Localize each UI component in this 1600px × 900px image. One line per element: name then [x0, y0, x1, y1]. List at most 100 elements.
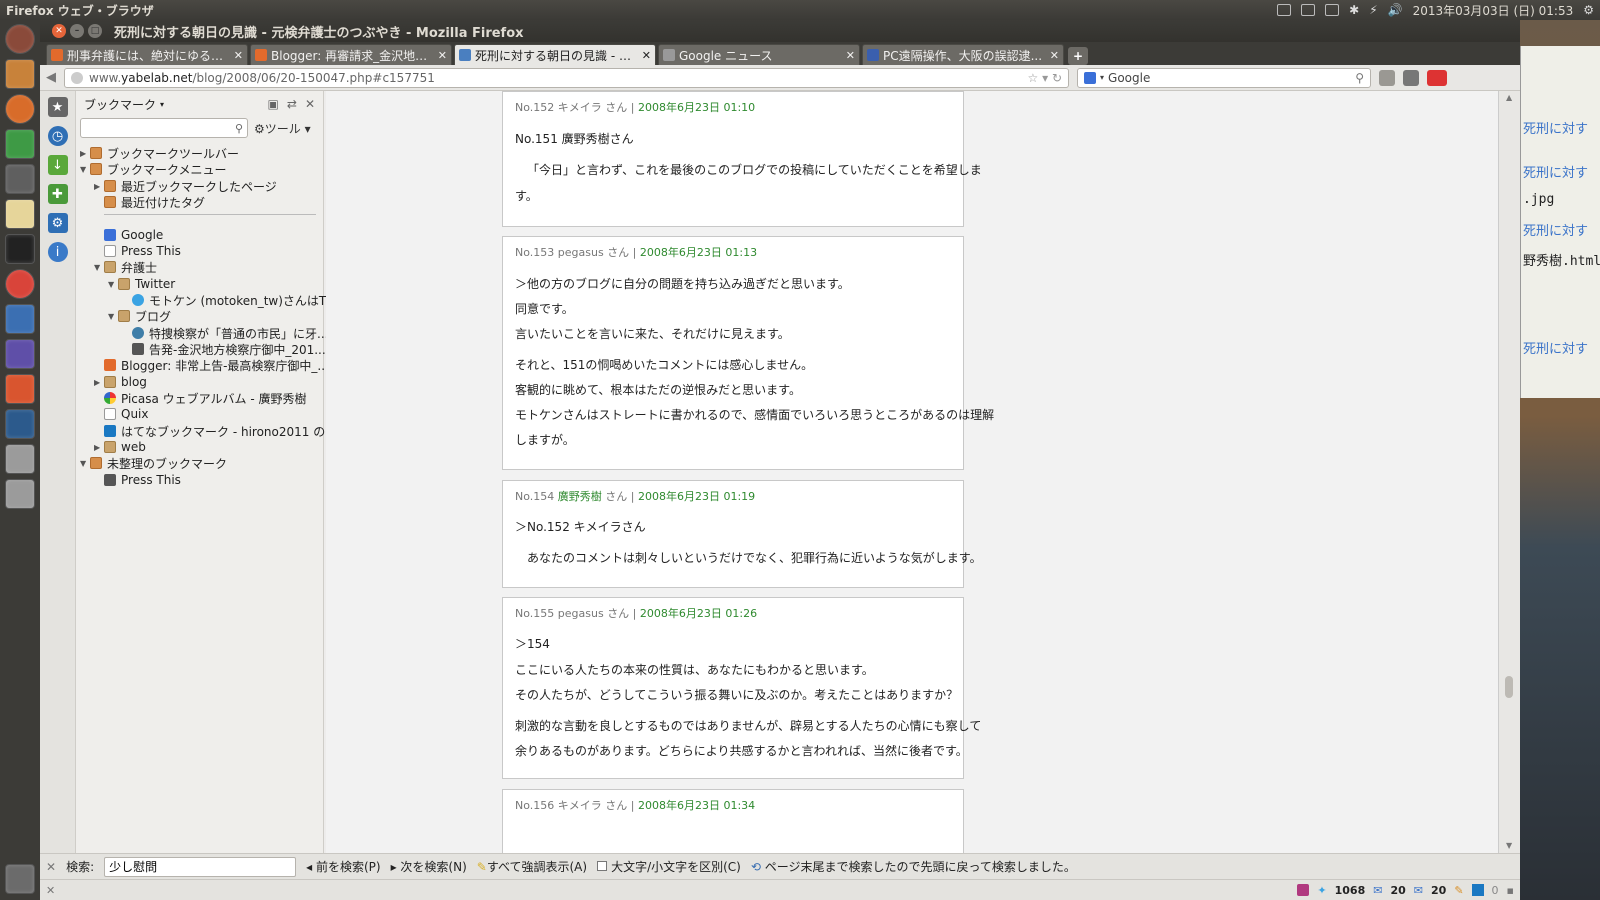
back-arrow-icon[interactable]: ◀ — [46, 70, 56, 85]
gmail-notifier-icon[interactable] — [1427, 69, 1447, 86]
chat-icon[interactable]: ▪ — [1507, 884, 1514, 897]
tab-3[interactable]: Google ニュース ✕ — [658, 44, 860, 65]
tree-item[interactable]: Google — [104, 227, 163, 243]
dash-home-icon[interactable] — [5, 24, 35, 54]
chrome-icon[interactable] — [5, 269, 35, 299]
home-icon[interactable] — [1379, 69, 1395, 86]
bookmarks-sidebar-icon[interactable]: ★ — [47, 97, 68, 117]
google-logo-icon[interactable] — [1084, 71, 1096, 84]
settings-gear-icon[interactable]: ⚙ — [1583, 3, 1594, 17]
comment-date-link[interactable]: 2008年6月23日 01:34 — [638, 799, 755, 812]
mail-icon[interactable] — [1301, 4, 1316, 16]
scroll-down-icon[interactable]: ▼ — [1506, 841, 1512, 850]
vertical-scrollbar[interactable]: ▲ ▼ — [1498, 91, 1520, 853]
bookmark-star-icon[interactable]: ☆ ▾ ↻ — [1028, 71, 1062, 85]
notes-icon[interactable]: ✎ — [1454, 884, 1463, 897]
tree-item[interactable]: ▶ blog — [94, 374, 147, 390]
tree-item[interactable]: Blogger: 非常上告-最高検察庁御中_... — [104, 357, 329, 373]
close-window-icon[interactable]: ✕ — [52, 24, 66, 38]
comment-date-link[interactable]: 2008年6月23日 01:13 — [640, 246, 757, 259]
info-icon[interactable]: i — [47, 242, 68, 262]
battery-icon[interactable] — [1325, 4, 1340, 16]
volume-icon[interactable]: 🔊 — [1388, 3, 1403, 17]
text-editor-icon[interactable] — [5, 199, 35, 229]
software-center-icon[interactable] — [5, 374, 35, 404]
minimize-window-icon[interactable]: – — [70, 24, 84, 38]
close-tab-icon[interactable]: ✕ — [438, 49, 447, 62]
twitter-status-icon[interactable]: ✦ — [1317, 884, 1326, 897]
emacs-icon[interactable] — [5, 339, 35, 369]
tree-item[interactable]: ▶ ブックマークツールバー — [80, 145, 239, 161]
network-icon[interactable]: ⚡ — [1369, 3, 1377, 17]
addons-puzzle-icon[interactable]: ✚ — [47, 184, 68, 204]
find-input[interactable] — [104, 856, 297, 877]
tab-2-active[interactable]: 死刑に対する朝日の見識 - 元... ✕ — [454, 44, 656, 65]
tree-item[interactable]: ▶ web — [94, 439, 146, 455]
reply-icon[interactable]: ✉ — [1373, 884, 1382, 897]
find-previous-button[interactable]: ◂ 前を検索(P) — [306, 858, 380, 875]
terminal-icon[interactable] — [5, 234, 35, 264]
downloads-arrow-icon[interactable]: ↓ — [47, 155, 68, 175]
new-window-icon[interactable]: ▣ — [268, 97, 279, 111]
screenshot-icon[interactable] — [5, 304, 35, 334]
bookmark-search-input[interactable]: ⚲ — [80, 118, 248, 138]
site-identity-icon[interactable] — [71, 71, 83, 84]
tree-item[interactable]: はてなブックマーク - hirono2011 のブ... — [104, 423, 349, 439]
tree-item[interactable]: ▼ ブログ — [108, 308, 171, 324]
search-bar[interactable]: ▾ Google ⚲ — [1077, 67, 1371, 88]
tree-item[interactable]: 特捜検察が「普通の市民」に牙... — [132, 325, 328, 341]
tree-item[interactable]: Quix — [104, 406, 149, 422]
addon-status-icon[interactable] — [1297, 884, 1310, 896]
tree-item[interactable]: ▼ 未整理のブックマーク — [80, 455, 227, 471]
comment-date-link[interactable]: 2008年6月23日 01:10 — [638, 101, 755, 114]
firefox-icon[interactable] — [5, 94, 35, 124]
close-statusbar-icon[interactable]: ✕ — [46, 884, 55, 897]
search-engine-dropdown-icon[interactable]: ▾ — [1100, 73, 1104, 82]
scroll-up-icon[interactable]: ▲ — [1506, 93, 1512, 102]
new-tab-button[interactable]: + — [1068, 47, 1088, 65]
tree-item[interactable]: Press This — [104, 472, 181, 488]
drive-icon-2[interactable] — [5, 479, 35, 509]
tree-item[interactable]: 告発-金沢地方検察庁御中_201... — [132, 341, 326, 357]
tree-item[interactable]: 最近付けたタグ — [104, 194, 205, 210]
tree-item[interactable]: ▼ Twitter — [108, 276, 175, 292]
tab-1[interactable]: Blogger: 再審請求_金沢地方... ✕ — [250, 44, 452, 65]
settings-gear-icon[interactable]: ⚙ — [47, 213, 68, 233]
trash-icon[interactable] — [5, 864, 35, 894]
search-magnifier-icon[interactable]: ⚲ — [1355, 71, 1364, 85]
tree-item[interactable]: Press This — [104, 243, 181, 259]
drive-icon[interactable] — [5, 444, 35, 474]
addon-icon[interactable] — [1403, 69, 1419, 86]
tree-item[interactable]: モトケン (motoken_tw)さんはT... — [132, 292, 336, 308]
match-case-checkbox[interactable]: 大文字/小文字を区別(C) — [597, 858, 741, 875]
tools-menu[interactable]: ⚙ツール ▾ — [254, 120, 311, 137]
close-findbar-icon[interactable]: ✕ — [46, 860, 56, 874]
history-clock-icon[interactable]: ◷ — [47, 126, 68, 146]
tree-item[interactable]: ▼ ブックマークメニュー — [80, 161, 227, 177]
comment-date-link[interactable]: 2008年6月23日 01:19 — [638, 490, 755, 503]
comment-date-link[interactable]: 2008年6月23日 01:26 — [640, 607, 757, 620]
sync-icon[interactable]: ⇄ — [287, 97, 297, 111]
mail-icon[interactable]: ✉ — [1414, 884, 1423, 897]
maximize-window-icon[interactable]: □ — [88, 24, 102, 38]
close-tab-icon[interactable]: ✕ — [846, 49, 855, 62]
close-tab-icon[interactable]: ✕ — [234, 49, 243, 62]
chevron-down-icon[interactable]: ▾ — [160, 100, 164, 109]
close-icon[interactable]: ✕ — [305, 97, 315, 111]
workspace-switcher-icon[interactable] — [5, 409, 35, 439]
sidebar-title[interactable]: ブックマーク — [84, 96, 156, 113]
keyboard-indicator-icon[interactable] — [1277, 4, 1292, 16]
clock[interactable]: 2013年03月03日 (日) 01:53 — [1413, 2, 1574, 19]
scroll-thumb[interactable] — [1505, 676, 1513, 698]
close-tab-icon[interactable]: ✕ — [642, 49, 651, 62]
spreadsheet-icon[interactable] — [5, 129, 35, 159]
files-icon[interactable] — [5, 59, 35, 89]
bluetooth-icon[interactable]: ✱ — [1349, 3, 1359, 17]
tree-item[interactable]: ▼ 弁護士 — [94, 259, 157, 275]
commenter-link[interactable]: 廣野秀樹 — [558, 490, 602, 503]
hatena-status-icon[interactable] — [1471, 884, 1484, 896]
find-next-button[interactable]: ▸ 次を検索(N) — [391, 858, 467, 875]
tree-item[interactable]: ▶ 最近ブックマークしたページ — [94, 178, 277, 194]
tree-item[interactable]: Picasa ウェブアルバム - 廣野秀樹 — [104, 390, 307, 406]
highlight-all-button[interactable]: ✎すべて強調表示(A) — [477, 858, 587, 875]
